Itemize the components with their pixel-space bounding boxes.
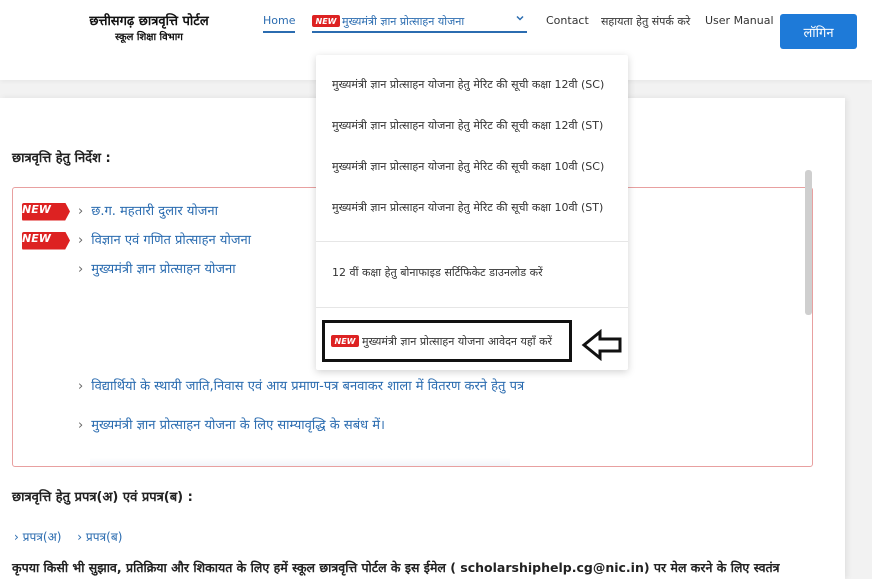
- notice-item-label: मुख्यमंत्री ज्ञान प्रोत्साहन योजना के लि…: [91, 418, 385, 433]
- menu-item-apply-here[interactable]: NEW मुख्यमंत्री ज्ञान प्रोत्साहन योजना आ…: [322, 320, 572, 362]
- chevron-right-icon: ›: [14, 530, 23, 544]
- menu-item-merit-10-st[interactable]: मुख्यमंत्री ज्ञान प्रोत्साहन योजना हेतु …: [332, 200, 603, 215]
- chevron-right-icon: ›: [77, 530, 86, 544]
- nav-help-link[interactable]: सहायता हेतु संपर्क करे: [601, 14, 690, 29]
- notice-item-vigyan-ganit[interactable]: NEW › विज्ञान एवं गणित प्रोत्साहन योजना: [22, 230, 251, 250]
- nav-contact-link[interactable]: Contact: [546, 14, 589, 27]
- menu-item-merit-12-sc[interactable]: मुख्यमंत्री ज्ञान प्रोत्साहन योजना हेतु …: [332, 77, 604, 92]
- notice-item-samyavriddhi[interactable]: › मुख्यमंत्री ज्ञान प्रोत्साहन योजना के ल…: [78, 415, 385, 433]
- instructions-heading: छात्रवृत्ति हेतु निर्देश :: [12, 151, 111, 166]
- brand-title: छत्तीसगढ़ छात्रवृत्ति पोर्टल: [89, 14, 209, 29]
- notice-item-label: मुख्यमंत्री ज्ञान प्रोत्साहन योजना: [91, 262, 236, 277]
- chevron-down-icon: [515, 13, 525, 26]
- form-a-link[interactable]: › प्रपत्र(अ): [14, 530, 61, 544]
- menu-divider: [316, 241, 628, 242]
- brand-subtitle: स्कूल शिक्षा विभाग: [115, 32, 183, 43]
- menu-divider: [316, 307, 628, 308]
- menu-item-bonafide-download[interactable]: 12 वीं कक्षा हेतु बोनाफाइड सर्टिफिकेट डा…: [332, 265, 543, 280]
- chevron-right-icon: ›: [78, 262, 84, 277]
- nav-home-link[interactable]: Home: [263, 14, 296, 33]
- notice-item-label: विद्यार्थियो के स्थायी जाति,निवास एवं आय…: [91, 379, 525, 394]
- forms-heading: छात्रवृत्ति हेतु प्रपत्र(अ) एवं प्रपत्र(…: [12, 490, 193, 505]
- apply-here-label: मुख्यमंत्री ज्ञान प्रोत्साहन योजना आवेदन…: [362, 334, 553, 348]
- nav-scheme-dropdown[interactable]: NEW मुख्यमंत्री ज्ञान प्रोत्साहन योजना: [312, 11, 527, 33]
- login-button[interactable]: लॉगिन: [780, 14, 857, 49]
- menu-item-merit-10-sc[interactable]: मुख्यमंत्री ज्ञान प्रोत्साहन योजना हेतु …: [332, 159, 604, 174]
- new-badge: NEW: [22, 202, 70, 221]
- feedback-text: कृपया किसी भी सुझाव, प्रतिक्रिया और शिका…: [12, 560, 780, 575]
- new-badge: NEW: [312, 15, 340, 27]
- chevron-right-icon: ›: [78, 379, 84, 394]
- chevron-right-icon: ›: [78, 418, 84, 433]
- menu-item-merit-12-st[interactable]: मुख्यमंत्री ज्ञान प्रोत्साहन योजना हेतु …: [332, 118, 603, 133]
- notice-item-gyan-protsahan[interactable]: › मुख्यमंत्री ज्ञान प्रोत्साहन योजना: [78, 259, 236, 277]
- notice-scrollbar[interactable]: [805, 170, 812, 315]
- new-badge: NEW: [22, 231, 70, 250]
- notice-item-mahtari-dulaar[interactable]: NEW › छ.ग. महतारी दुलार योजना: [22, 201, 218, 221]
- form-a-label: प्रपत्र(अ): [22, 530, 62, 544]
- notice-item-certificate-letter[interactable]: › विद्यार्थियो के स्थायी जाति,निवास एवं आ…: [78, 376, 524, 394]
- left-arrow-icon: [581, 329, 622, 361]
- chevron-right-icon: ›: [78, 204, 84, 219]
- brand-logo[interactable]: छत्तीसगढ़ छात्रवृत्ति पोर्टल स्कूल शिक्ष…: [84, 14, 214, 45]
- notice-item-label: छ.ग. महतारी दुलार योजना: [91, 204, 218, 219]
- nav-dropdown-label: मुख्यमंत्री ज्ञान प्रोत्साहन योजना: [342, 14, 465, 28]
- form-b-link[interactable]: › प्रपत्र(ब): [77, 530, 122, 544]
- nav-user-manual-link[interactable]: User Manual: [705, 14, 774, 27]
- scrolled-notice-fade: [90, 458, 510, 466]
- chevron-right-icon: ›: [78, 233, 84, 248]
- new-badge: NEW: [331, 335, 359, 347]
- notice-item-label: विज्ञान एवं गणित प्रोत्साहन योजना: [91, 233, 252, 248]
- form-links: › प्रपत्र(अ) › प्रपत्र(ब): [14, 528, 134, 545]
- scheme-dropdown-menu: मुख्यमंत्री ज्ञान प्रोत्साहन योजना हेतु …: [316, 55, 628, 370]
- form-b-label: प्रपत्र(ब): [85, 530, 123, 544]
